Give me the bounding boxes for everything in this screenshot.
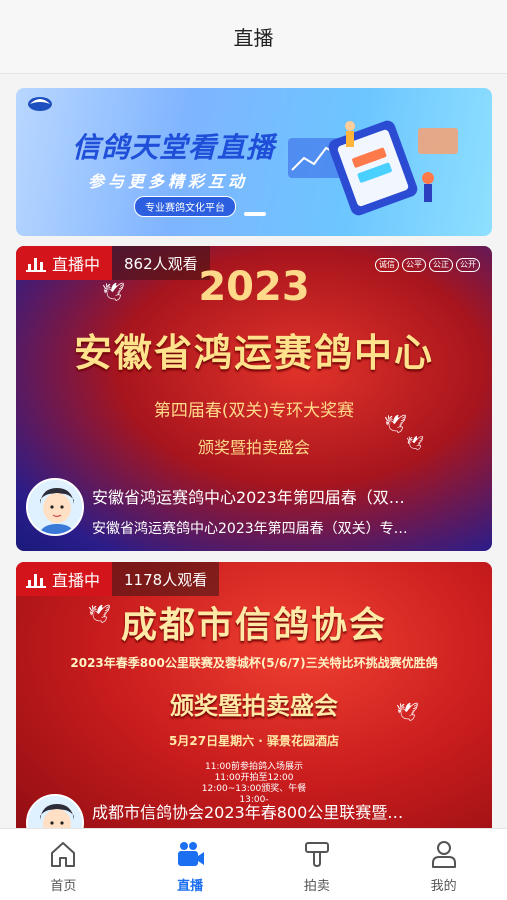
tab-label: 拍卖 [303,879,330,894]
dove-icon: 🕊 [396,702,419,723]
poster-subtitle: 2023年春季800公里联赛及蓉城杯(5/6/7)三关特比环挑战赛优胜鸽 [70,656,438,670]
schedule-line: 12:00~13:00颁奖、午餐 [201,784,307,794]
viewer-count: 1178人观看 [124,570,208,589]
tab-live[interactable]: 直播 [127,829,254,900]
poster-subtitle-2: 5月27日星期六 · 驿景花园酒店 [169,734,339,748]
poster-subtitle: 第四届春(双关)专环大奖赛 [153,401,355,421]
tab-label: 我的 [430,879,457,894]
live-card[interactable]: 直播中 862人观看 诚信 公平 公正 公开 2023 安徽省鸿运赛鸽中心 第四… [16,246,492,551]
phone-illustration-icon [288,120,458,216]
top-nav-bar: 直播 [0,0,507,74]
live-list[interactable]: 信鸽天堂看直播 参与更多精彩互动 专业赛鸽文化平台 直播中 862人观看 诚信 … [0,74,507,828]
tab-label: 首页 [50,879,77,894]
banner-tag: 专业赛鸽文化平台 [134,196,236,217]
tab-home[interactable]: 首页 [0,829,127,900]
live-description: 安徽省鸿运赛鸽中心2023年第四届春（双关）专… [92,521,408,537]
poster-headline-2: 颁奖暨拍卖盛会 [170,692,338,720]
promo-banner[interactable]: 信鸽天堂看直播 参与更多精彩互动 专业赛鸽文化平台 [16,88,492,236]
poster-headline: 安徽省鸿运赛鸽中心 [73,331,434,375]
live-badge: 直播中 1178人观看 [16,562,220,596]
signal-icon [26,574,46,588]
video-camera-icon [178,842,205,866]
bottom-tab-bar: 首页 直播 拍卖 我的 [0,828,507,900]
tab-auction[interactable]: 拍卖 [254,829,381,900]
avatar [26,478,84,536]
user-icon [431,841,456,868]
carousel-indicator [244,212,266,216]
dove-icon: 🕊 [406,436,424,452]
poster-year: 2023 [198,264,310,310]
dove-icon: 🕊 [384,414,407,435]
banner-title: 信鸽天堂看直播 [72,131,276,164]
banner-subtitle: 参与更多精彩互动 [88,172,249,191]
live-title: 安徽省鸿运赛鸽中心2023年第四届春（双… [92,488,405,507]
schedule-line: 11:00开拍至12:00 [214,773,294,783]
dove-icon: 🕊 [88,604,111,625]
tab-label: 直播 [177,879,204,894]
schedule-line: 11:00前参拍鸽入场展示 [205,762,303,772]
live-title: 成都市信鸽协会2023年春800公里联赛暨… [92,803,404,822]
app-logo-icon [28,97,52,111]
tab-profile[interactable]: 我的 [380,829,507,900]
live-status-label: 直播中 [52,571,101,590]
dove-icon: 🕊 [102,282,125,303]
home-icon [51,842,76,867]
gavel-icon [304,842,329,868]
live-card[interactable]: 直播中 1178人观看 成都市信鸽协会 2023年春季800公里联赛及蓉城杯(5… [16,562,492,828]
page-title: 直播 [233,26,274,50]
